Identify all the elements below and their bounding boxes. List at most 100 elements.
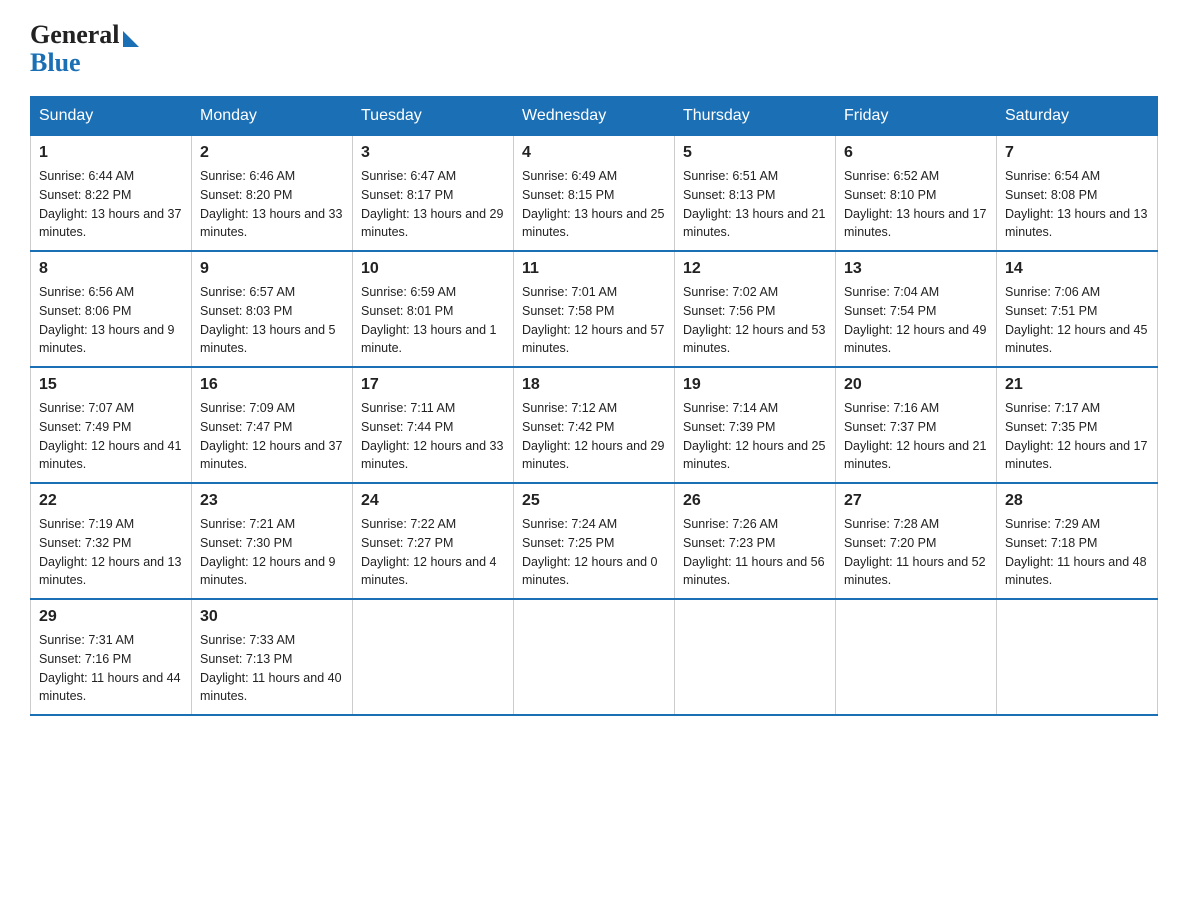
logo-blue: Blue [30, 48, 81, 78]
day-info: Sunrise: 6:44 AM Sunset: 8:22 PM Dayligh… [39, 167, 183, 242]
day-info: Sunrise: 7:14 AM Sunset: 7:39 PM Dayligh… [683, 399, 827, 474]
day-number: 2 [200, 144, 344, 162]
day-number: 28 [1005, 492, 1149, 510]
calendar-cell [836, 599, 997, 715]
calendar-cell: 7 Sunrise: 6:54 AM Sunset: 8:08 PM Dayli… [997, 136, 1158, 252]
day-info: Sunrise: 7:29 AM Sunset: 7:18 PM Dayligh… [1005, 515, 1149, 590]
column-header-tuesday: Tuesday [353, 97, 514, 136]
day-info: Sunrise: 6:47 AM Sunset: 8:17 PM Dayligh… [361, 167, 505, 242]
calendar-cell [514, 599, 675, 715]
day-info: Sunrise: 6:59 AM Sunset: 8:01 PM Dayligh… [361, 283, 505, 358]
day-number: 17 [361, 376, 505, 394]
day-info: Sunrise: 7:02 AM Sunset: 7:56 PM Dayligh… [683, 283, 827, 358]
day-info: Sunrise: 7:24 AM Sunset: 7:25 PM Dayligh… [522, 515, 666, 590]
calendar-cell: 25 Sunrise: 7:24 AM Sunset: 7:25 PM Dayl… [514, 483, 675, 599]
calendar-cell [675, 599, 836, 715]
day-number: 1 [39, 144, 183, 162]
day-number: 7 [1005, 144, 1149, 162]
day-number: 4 [522, 144, 666, 162]
calendar-cell: 15 Sunrise: 7:07 AM Sunset: 7:49 PM Dayl… [31, 367, 192, 483]
column-header-friday: Friday [836, 97, 997, 136]
calendar-cell: 27 Sunrise: 7:28 AM Sunset: 7:20 PM Dayl… [836, 483, 997, 599]
day-info: Sunrise: 7:11 AM Sunset: 7:44 PM Dayligh… [361, 399, 505, 474]
day-info: Sunrise: 7:07 AM Sunset: 7:49 PM Dayligh… [39, 399, 183, 474]
day-info: Sunrise: 7:17 AM Sunset: 7:35 PM Dayligh… [1005, 399, 1149, 474]
day-number: 5 [683, 144, 827, 162]
day-number: 21 [1005, 376, 1149, 394]
day-number: 20 [844, 376, 988, 394]
day-number: 3 [361, 144, 505, 162]
calendar-table: SundayMondayTuesdayWednesdayThursdayFrid… [30, 96, 1158, 716]
calendar-cell: 3 Sunrise: 6:47 AM Sunset: 8:17 PM Dayli… [353, 136, 514, 252]
calendar-cell [353, 599, 514, 715]
calendar-cell: 1 Sunrise: 6:44 AM Sunset: 8:22 PM Dayli… [31, 136, 192, 252]
calendar-cell: 22 Sunrise: 7:19 AM Sunset: 7:32 PM Dayl… [31, 483, 192, 599]
calendar-cell [997, 599, 1158, 715]
calendar-cell: 12 Sunrise: 7:02 AM Sunset: 7:56 PM Dayl… [675, 251, 836, 367]
calendar-cell: 9 Sunrise: 6:57 AM Sunset: 8:03 PM Dayli… [192, 251, 353, 367]
day-info: Sunrise: 6:51 AM Sunset: 8:13 PM Dayligh… [683, 167, 827, 242]
calendar-cell: 11 Sunrise: 7:01 AM Sunset: 7:58 PM Dayl… [514, 251, 675, 367]
day-number: 12 [683, 260, 827, 278]
column-header-monday: Monday [192, 97, 353, 136]
day-info: Sunrise: 7:21 AM Sunset: 7:30 PM Dayligh… [200, 515, 344, 590]
day-number: 10 [361, 260, 505, 278]
day-info: Sunrise: 7:06 AM Sunset: 7:51 PM Dayligh… [1005, 283, 1149, 358]
calendar-cell: 4 Sunrise: 6:49 AM Sunset: 8:15 PM Dayli… [514, 136, 675, 252]
calendar-cell: 16 Sunrise: 7:09 AM Sunset: 7:47 PM Dayl… [192, 367, 353, 483]
day-info: Sunrise: 7:04 AM Sunset: 7:54 PM Dayligh… [844, 283, 988, 358]
day-info: Sunrise: 7:33 AM Sunset: 7:13 PM Dayligh… [200, 631, 344, 706]
day-number: 16 [200, 376, 344, 394]
day-info: Sunrise: 7:01 AM Sunset: 7:58 PM Dayligh… [522, 283, 666, 358]
calendar-week-3: 15 Sunrise: 7:07 AM Sunset: 7:49 PM Dayl… [31, 367, 1158, 483]
calendar-cell: 30 Sunrise: 7:33 AM Sunset: 7:13 PM Dayl… [192, 599, 353, 715]
day-info: Sunrise: 7:12 AM Sunset: 7:42 PM Dayligh… [522, 399, 666, 474]
day-number: 25 [522, 492, 666, 510]
calendar-cell: 17 Sunrise: 7:11 AM Sunset: 7:44 PM Dayl… [353, 367, 514, 483]
day-info: Sunrise: 6:52 AM Sunset: 8:10 PM Dayligh… [844, 167, 988, 242]
day-number: 30 [200, 608, 344, 626]
logo-general: General [30, 20, 120, 50]
page-header: General Blue [30, 20, 1158, 78]
day-info: Sunrise: 6:56 AM Sunset: 8:06 PM Dayligh… [39, 283, 183, 358]
day-number: 11 [522, 260, 666, 278]
day-number: 23 [200, 492, 344, 510]
column-header-wednesday: Wednesday [514, 97, 675, 136]
calendar-cell: 21 Sunrise: 7:17 AM Sunset: 7:35 PM Dayl… [997, 367, 1158, 483]
day-number: 13 [844, 260, 988, 278]
day-info: Sunrise: 7:22 AM Sunset: 7:27 PM Dayligh… [361, 515, 505, 590]
column-header-sunday: Sunday [31, 97, 192, 136]
day-number: 27 [844, 492, 988, 510]
calendar-cell: 20 Sunrise: 7:16 AM Sunset: 7:37 PM Dayl… [836, 367, 997, 483]
calendar-cell: 26 Sunrise: 7:26 AM Sunset: 7:23 PM Dayl… [675, 483, 836, 599]
calendar-cell: 29 Sunrise: 7:31 AM Sunset: 7:16 PM Dayl… [31, 599, 192, 715]
column-header-saturday: Saturday [997, 97, 1158, 136]
day-info: Sunrise: 7:09 AM Sunset: 7:47 PM Dayligh… [200, 399, 344, 474]
day-number: 18 [522, 376, 666, 394]
calendar-cell: 8 Sunrise: 6:56 AM Sunset: 8:06 PM Dayli… [31, 251, 192, 367]
calendar-cell: 18 Sunrise: 7:12 AM Sunset: 7:42 PM Dayl… [514, 367, 675, 483]
calendar-cell: 24 Sunrise: 7:22 AM Sunset: 7:27 PM Dayl… [353, 483, 514, 599]
calendar-cell: 10 Sunrise: 6:59 AM Sunset: 8:01 PM Dayl… [353, 251, 514, 367]
column-header-thursday: Thursday [675, 97, 836, 136]
day-info: Sunrise: 6:46 AM Sunset: 8:20 PM Dayligh… [200, 167, 344, 242]
day-number: 29 [39, 608, 183, 626]
calendar-cell: 5 Sunrise: 6:51 AM Sunset: 8:13 PM Dayli… [675, 136, 836, 252]
day-info: Sunrise: 6:49 AM Sunset: 8:15 PM Dayligh… [522, 167, 666, 242]
day-number: 19 [683, 376, 827, 394]
day-number: 26 [683, 492, 827, 510]
calendar-week-1: 1 Sunrise: 6:44 AM Sunset: 8:22 PM Dayli… [31, 136, 1158, 252]
day-info: Sunrise: 7:26 AM Sunset: 7:23 PM Dayligh… [683, 515, 827, 590]
day-number: 6 [844, 144, 988, 162]
calendar-cell: 23 Sunrise: 7:21 AM Sunset: 7:30 PM Dayl… [192, 483, 353, 599]
day-info: Sunrise: 6:57 AM Sunset: 8:03 PM Dayligh… [200, 283, 344, 358]
day-number: 24 [361, 492, 505, 510]
day-info: Sunrise: 7:31 AM Sunset: 7:16 PM Dayligh… [39, 631, 183, 706]
calendar-cell: 6 Sunrise: 6:52 AM Sunset: 8:10 PM Dayli… [836, 136, 997, 252]
calendar-cell: 19 Sunrise: 7:14 AM Sunset: 7:39 PM Dayl… [675, 367, 836, 483]
calendar-cell: 14 Sunrise: 7:06 AM Sunset: 7:51 PM Dayl… [997, 251, 1158, 367]
day-number: 22 [39, 492, 183, 510]
day-info: Sunrise: 7:28 AM Sunset: 7:20 PM Dayligh… [844, 515, 988, 590]
day-number: 14 [1005, 260, 1149, 278]
calendar-cell: 13 Sunrise: 7:04 AM Sunset: 7:54 PM Dayl… [836, 251, 997, 367]
